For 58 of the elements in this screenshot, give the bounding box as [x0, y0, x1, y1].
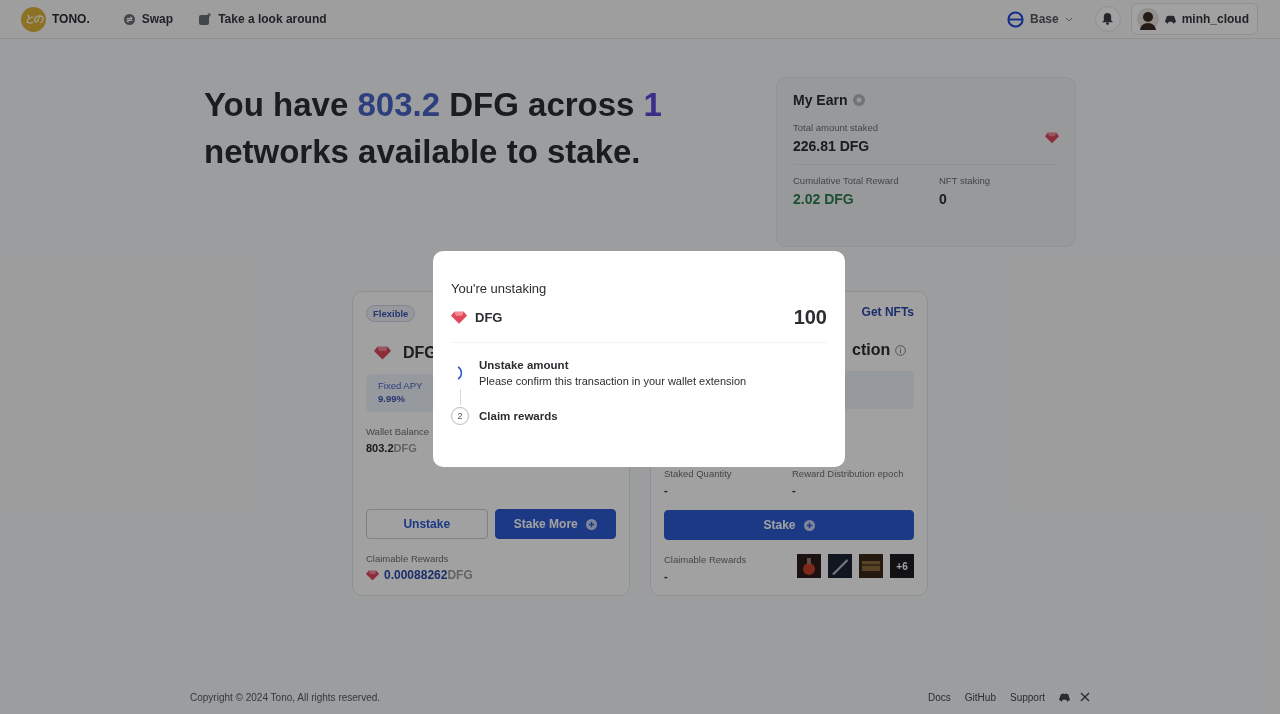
- notification-button[interactable]: [1094, 6, 1121, 32]
- stat-value: -: [664, 570, 669, 582]
- stat-label: Wallet Balance: [366, 426, 430, 437]
- plus-circle-icon: [585, 518, 597, 530]
- apy-value: 9.99%: [378, 393, 405, 404]
- flexible-badge: Flexible: [366, 305, 416, 322]
- footer-link[interactable]: GitHub: [964, 691, 996, 703]
- footer-link[interactable]: Docs: [928, 691, 951, 703]
- unstake-amount: 100: [793, 306, 827, 329]
- gem-icon: [1045, 132, 1059, 144]
- headline: You have 803.2 DFG across 1 networks available to stake.: [204, 85, 663, 172]
- stat-label: NFT staking: [939, 175, 992, 186]
- network-selector[interactable]: Base: [1006, 10, 1073, 28]
- sparkle-icon: [199, 13, 212, 25]
- stat-label: Total amount staked: [793, 122, 879, 133]
- brand-name: TONO.: [52, 12, 90, 26]
- apy-label: Fixed APY: [378, 380, 423, 391]
- gem-icon: [374, 346, 391, 360]
- stat-value: -: [792, 484, 797, 496]
- nav-link[interactable]: Take a look around: [199, 12, 327, 26]
- card-title: ction: [852, 341, 891, 359]
- stat-value: 2.02 DFG: [793, 191, 855, 207]
- discord-icon: [1164, 14, 1176, 24]
- x-icon[interactable]: [1080, 692, 1090, 702]
- stat-label: Reward Distribution epoch: [792, 468, 905, 479]
- stat-label: Claimable Rewards: [664, 554, 747, 565]
- gem-icon: [451, 311, 467, 324]
- gem-icon: [366, 569, 379, 581]
- stat-value: 0: [939, 191, 948, 207]
- avatar-icon: [1136, 8, 1159, 30]
- card-title: My Earn: [793, 92, 848, 108]
- step-title: Unstake amount: [479, 359, 570, 371]
- stat-value: 0.00088262DFG: [384, 568, 473, 582]
- step-description: Please confirm this transaction in your wallet extension: [479, 375, 747, 387]
- nav-link[interactable]: Swap: [123, 12, 174, 26]
- stat-value: 803.2DFG: [366, 442, 418, 454]
- stake-more-button[interactable]: Stake More: [494, 509, 616, 539]
- more-count[interactable]: +6: [890, 554, 914, 578]
- stat-label: Staked Quantity: [664, 468, 733, 479]
- bell-icon: [1102, 13, 1114, 25]
- step-title: Claim rewards: [479, 410, 558, 422]
- copyright-text: Copyright © 2024 Tono, All rights reserved.: [190, 691, 381, 703]
- get-nfts-link[interactable]: Get NFTs: [861, 305, 914, 319]
- token-name: DFG: [475, 310, 504, 325]
- stat-label: Claimable Rewards: [366, 553, 450, 564]
- unstake-button[interactable]: Unstake: [366, 509, 488, 539]
- stake-button[interactable]: Stake: [664, 510, 914, 540]
- stat-label: Cumulative Total Reward: [793, 175, 900, 186]
- stat-value: -: [664, 484, 669, 496]
- plus-circle-icon: [803, 519, 815, 531]
- footer-link[interactable]: Support: [1009, 691, 1045, 703]
- swap-icon: [123, 13, 135, 25]
- user-menu-button[interactable]: minh_cloud: [1130, 3, 1258, 35]
- stat-value: 226.81 DFG: [793, 138, 871, 154]
- chevron-down-icon: [1064, 16, 1073, 22]
- discord-icon[interactable]: [1059, 692, 1070, 702]
- network-icon: [1006, 10, 1024, 28]
- dialog-title: You're unstaking: [451, 281, 548, 296]
